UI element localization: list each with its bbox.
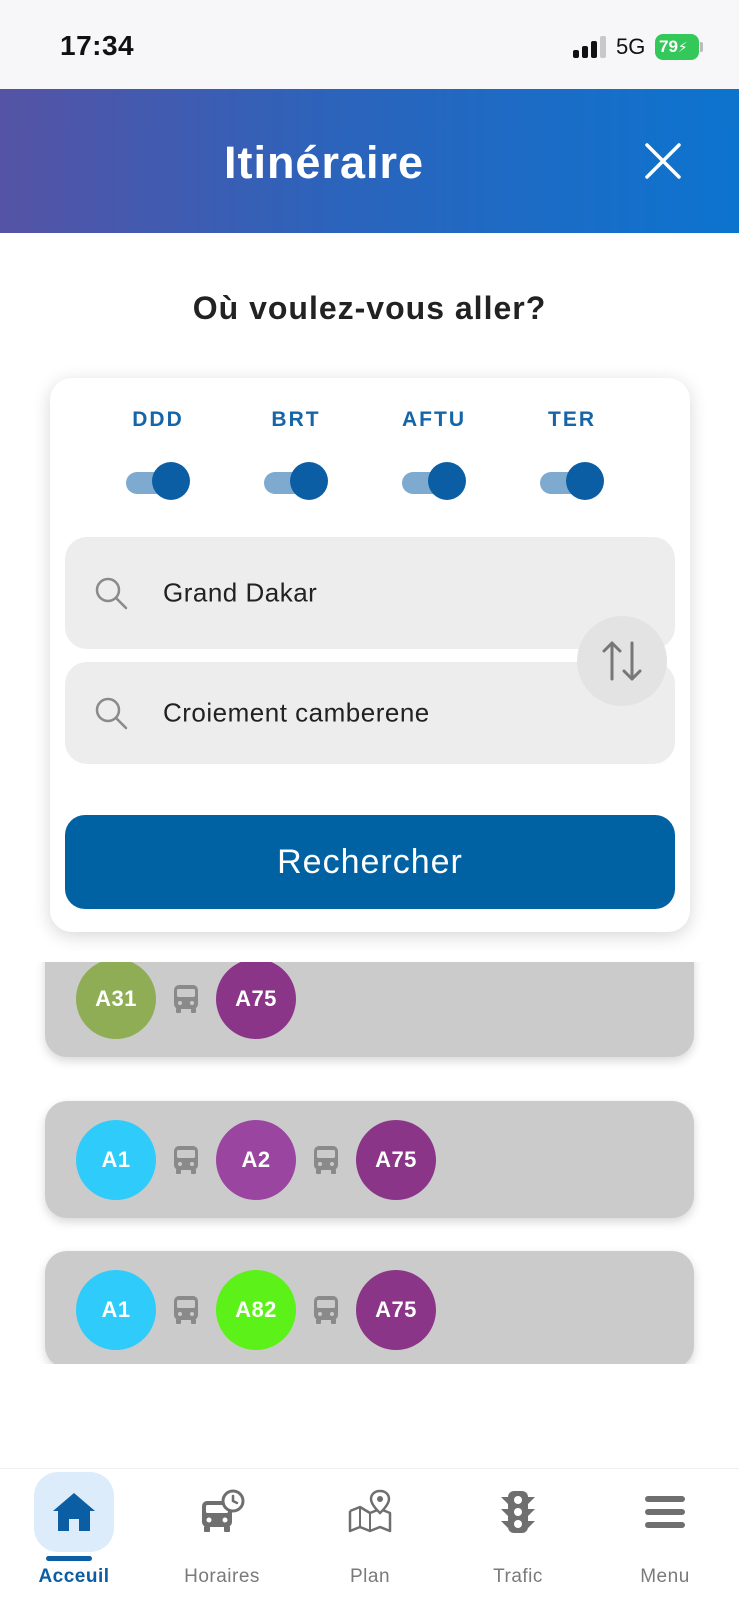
nav-item-menu[interactable]: Menu: [591, 1469, 739, 1600]
operator-label: BRT: [271, 408, 321, 431]
menu-icon: [645, 1496, 685, 1528]
search-card: DDD BRT AFTU TER Grand Dakar Croiement c…: [50, 378, 690, 932]
page-title: Itinéraire: [223, 137, 425, 188]
operator-ter: TER: [512, 408, 632, 432]
header: Itinéraire: [0, 89, 739, 233]
nav-item-trafic[interactable]: Trafic: [444, 1469, 592, 1600]
swap-icon: [602, 641, 642, 681]
traffic-light-icon: [501, 1491, 535, 1533]
operator-ddd: DDD: [98, 408, 218, 432]
line-badge: A82: [216, 1269, 296, 1350]
close-icon: [645, 143, 681, 179]
search-icon: [95, 577, 128, 610]
battery-level: 79: [659, 37, 678, 56]
operator-aftu: AFTU: [374, 408, 494, 432]
nav-item-horaires[interactable]: Horaires: [148, 1469, 296, 1600]
line-badge: A2: [216, 1119, 296, 1200]
origin-value[interactable]: Grand Dakar: [163, 578, 317, 609]
toggle-brt[interactable]: [264, 462, 330, 502]
status-time: 17:34: [60, 30, 135, 61]
toggle-aftu[interactable]: [402, 462, 468, 502]
nav-label: Trafic: [493, 1566, 543, 1587]
line-badge: A31: [76, 962, 156, 1039]
nav-item-home[interactable]: Acceuil: [0, 1469, 148, 1600]
toggle-ter[interactable]: [540, 462, 606, 502]
search-button[interactable]: Rechercher: [65, 815, 675, 909]
nav-label: Horaires: [184, 1566, 260, 1587]
toggle-knob: [152, 462, 190, 500]
results-list: A31 A75 A1 A2 A75 A1 A82 A75: [0, 962, 739, 1364]
operator-label: TER: [548, 408, 596, 431]
operator-label: AFTU: [402, 408, 466, 431]
destination-value[interactable]: Croiement camberene: [163, 698, 430, 729]
destination-prompt: Où voulez-vous aller?: [192, 290, 547, 326]
line-badge: A75: [356, 1119, 436, 1200]
nav-label: Plan: [349, 1566, 391, 1587]
operator-label: DDD: [132, 408, 184, 431]
battery-icon: 79⚡: [655, 34, 703, 60]
line-badge: A1: [76, 1269, 156, 1350]
close-button[interactable]: [641, 139, 685, 183]
network-type: 5G: [616, 34, 646, 59]
swap-button[interactable]: [577, 616, 667, 706]
home-icon: [53, 1493, 95, 1531]
route-card[interactable]: A1 A2 A75: [45, 1101, 694, 1218]
nav-label: Acceuil: [38, 1566, 110, 1587]
toggle-knob: [566, 462, 604, 500]
search-icon: [95, 697, 128, 730]
operator-brt: BRT: [236, 408, 356, 432]
bus-icon: [156, 1290, 216, 1330]
toggle-knob: [428, 462, 466, 500]
line-badge: A1: [76, 1119, 156, 1200]
nav-label: Menu: [640, 1566, 690, 1587]
line-badge: A75: [356, 1269, 436, 1350]
bus-icon: [296, 1140, 356, 1180]
bus-icon: [296, 1290, 356, 1330]
bottom-nav: Acceuil Horaires Plan Trafic Menu: [0, 1468, 739, 1600]
route-card[interactable]: A1 A82 A75: [45, 1251, 694, 1364]
bus-icon: [156, 1140, 216, 1180]
map-pin-icon: [348, 1489, 392, 1533]
active-indicator: [46, 1556, 92, 1561]
bus-clock-icon: [202, 1489, 245, 1532]
route-card[interactable]: A31 A75: [45, 962, 694, 1057]
nav-item-plan[interactable]: Plan: [296, 1469, 444, 1600]
status-bar: 17:34 5G 79⚡: [0, 0, 739, 89]
signal-icon: [573, 36, 607, 58]
bus-icon: [156, 979, 216, 1019]
toggle-knob: [290, 462, 328, 500]
line-badge: A75: [216, 962, 296, 1039]
toggle-ddd[interactable]: [126, 462, 192, 502]
